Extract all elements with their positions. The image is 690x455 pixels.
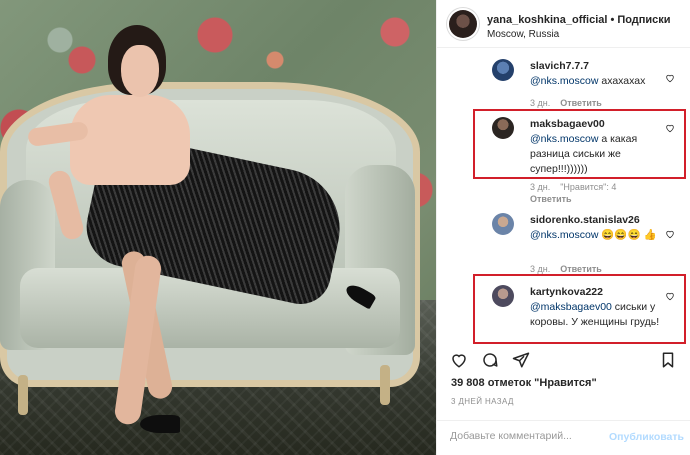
- heart-icon[interactable]: [665, 229, 675, 239]
- comment-time[interactable]: 3 дн.: [530, 182, 550, 192]
- highlight-box: [473, 274, 686, 344]
- reply-button[interactable]: Ответить: [560, 264, 602, 274]
- action-bar: [437, 345, 690, 375]
- comment-time[interactable]: 3 дн.: [530, 98, 550, 108]
- comment-body: ахахахах: [598, 75, 646, 87]
- add-comment-bar: Опубликовать: [437, 420, 690, 455]
- author-username[interactable]: yana_koshkina_official: [487, 14, 607, 26]
- following-button[interactable]: Подписки: [617, 14, 670, 26]
- post-timestamp[interactable]: 3 ДНЕЙ НАЗАД: [451, 397, 514, 406]
- comment-item: sidorenko.stanislav26 @nks.moscow 😄😄😄 👍 …: [437, 211, 690, 274]
- comment-username[interactable]: sidorenko.stanislav26: [530, 214, 640, 226]
- highlight-box: [473, 109, 686, 179]
- bookmark-icon[interactable]: [659, 351, 677, 369]
- comment-meta: 3 дн. Ответить: [530, 98, 612, 108]
- commenter-avatar[interactable]: [492, 213, 514, 235]
- comment-bubble-icon[interactable]: [481, 351, 499, 369]
- commenter-avatar[interactable]: [492, 59, 514, 81]
- reply-button[interactable]: Ответить: [560, 98, 602, 108]
- sofa-leg: [18, 375, 28, 415]
- comment-mention[interactable]: @nks.moscow: [530, 75, 598, 87]
- woman-face: [121, 45, 159, 97]
- woman-torso: [70, 95, 190, 185]
- comment-text: sidorenko.stanislav26 @nks.moscow 😄😄😄 👍: [530, 213, 660, 243]
- publish-button[interactable]: Опубликовать: [609, 431, 684, 443]
- comment-input[interactable]: [450, 430, 600, 442]
- heart-outline-icon[interactable]: [450, 351, 468, 369]
- comment-likes[interactable]: "Нравится": 4: [560, 182, 616, 192]
- comment-username[interactable]: slavich7.7.7: [530, 60, 589, 72]
- separator-dot: •: [610, 14, 615, 26]
- author-avatar[interactable]: [449, 10, 477, 38]
- woman-shoe: [140, 415, 180, 433]
- post-header: yana_koshkina_official • Подписки Moscow, …: [437, 0, 690, 48]
- author-line: yana_koshkina_official • Подписки: [487, 14, 671, 26]
- comment-item: slavich7.7.7 @nks.moscow ахахахах 3 дн. О…: [437, 57, 690, 117]
- sofa-leg: [380, 365, 390, 405]
- comment-meta: 3 дн. Ответить: [530, 264, 612, 274]
- comment-body: 😄😄😄 👍: [598, 229, 657, 241]
- post-sidebar: yana_koshkina_official • Подписки Moscow, …: [436, 0, 690, 455]
- comment-meta: 3 дн. "Нравится": 4: [530, 182, 626, 192]
- post-photo[interactable]: [0, 0, 436, 455]
- post-location[interactable]: Moscow, Russia: [487, 29, 559, 40]
- likes-count[interactable]: 39 808 отметок "Нравится": [451, 377, 597, 389]
- heart-icon[interactable]: [665, 73, 675, 83]
- comment-text: slavich7.7.7 @nks.moscow ахахахах: [530, 59, 660, 89]
- comment-mention[interactable]: @nks.moscow: [530, 229, 598, 241]
- comment-time[interactable]: 3 дн.: [530, 264, 550, 274]
- reply-button[interactable]: Ответить: [530, 194, 572, 204]
- paper-plane-icon[interactable]: [512, 351, 530, 369]
